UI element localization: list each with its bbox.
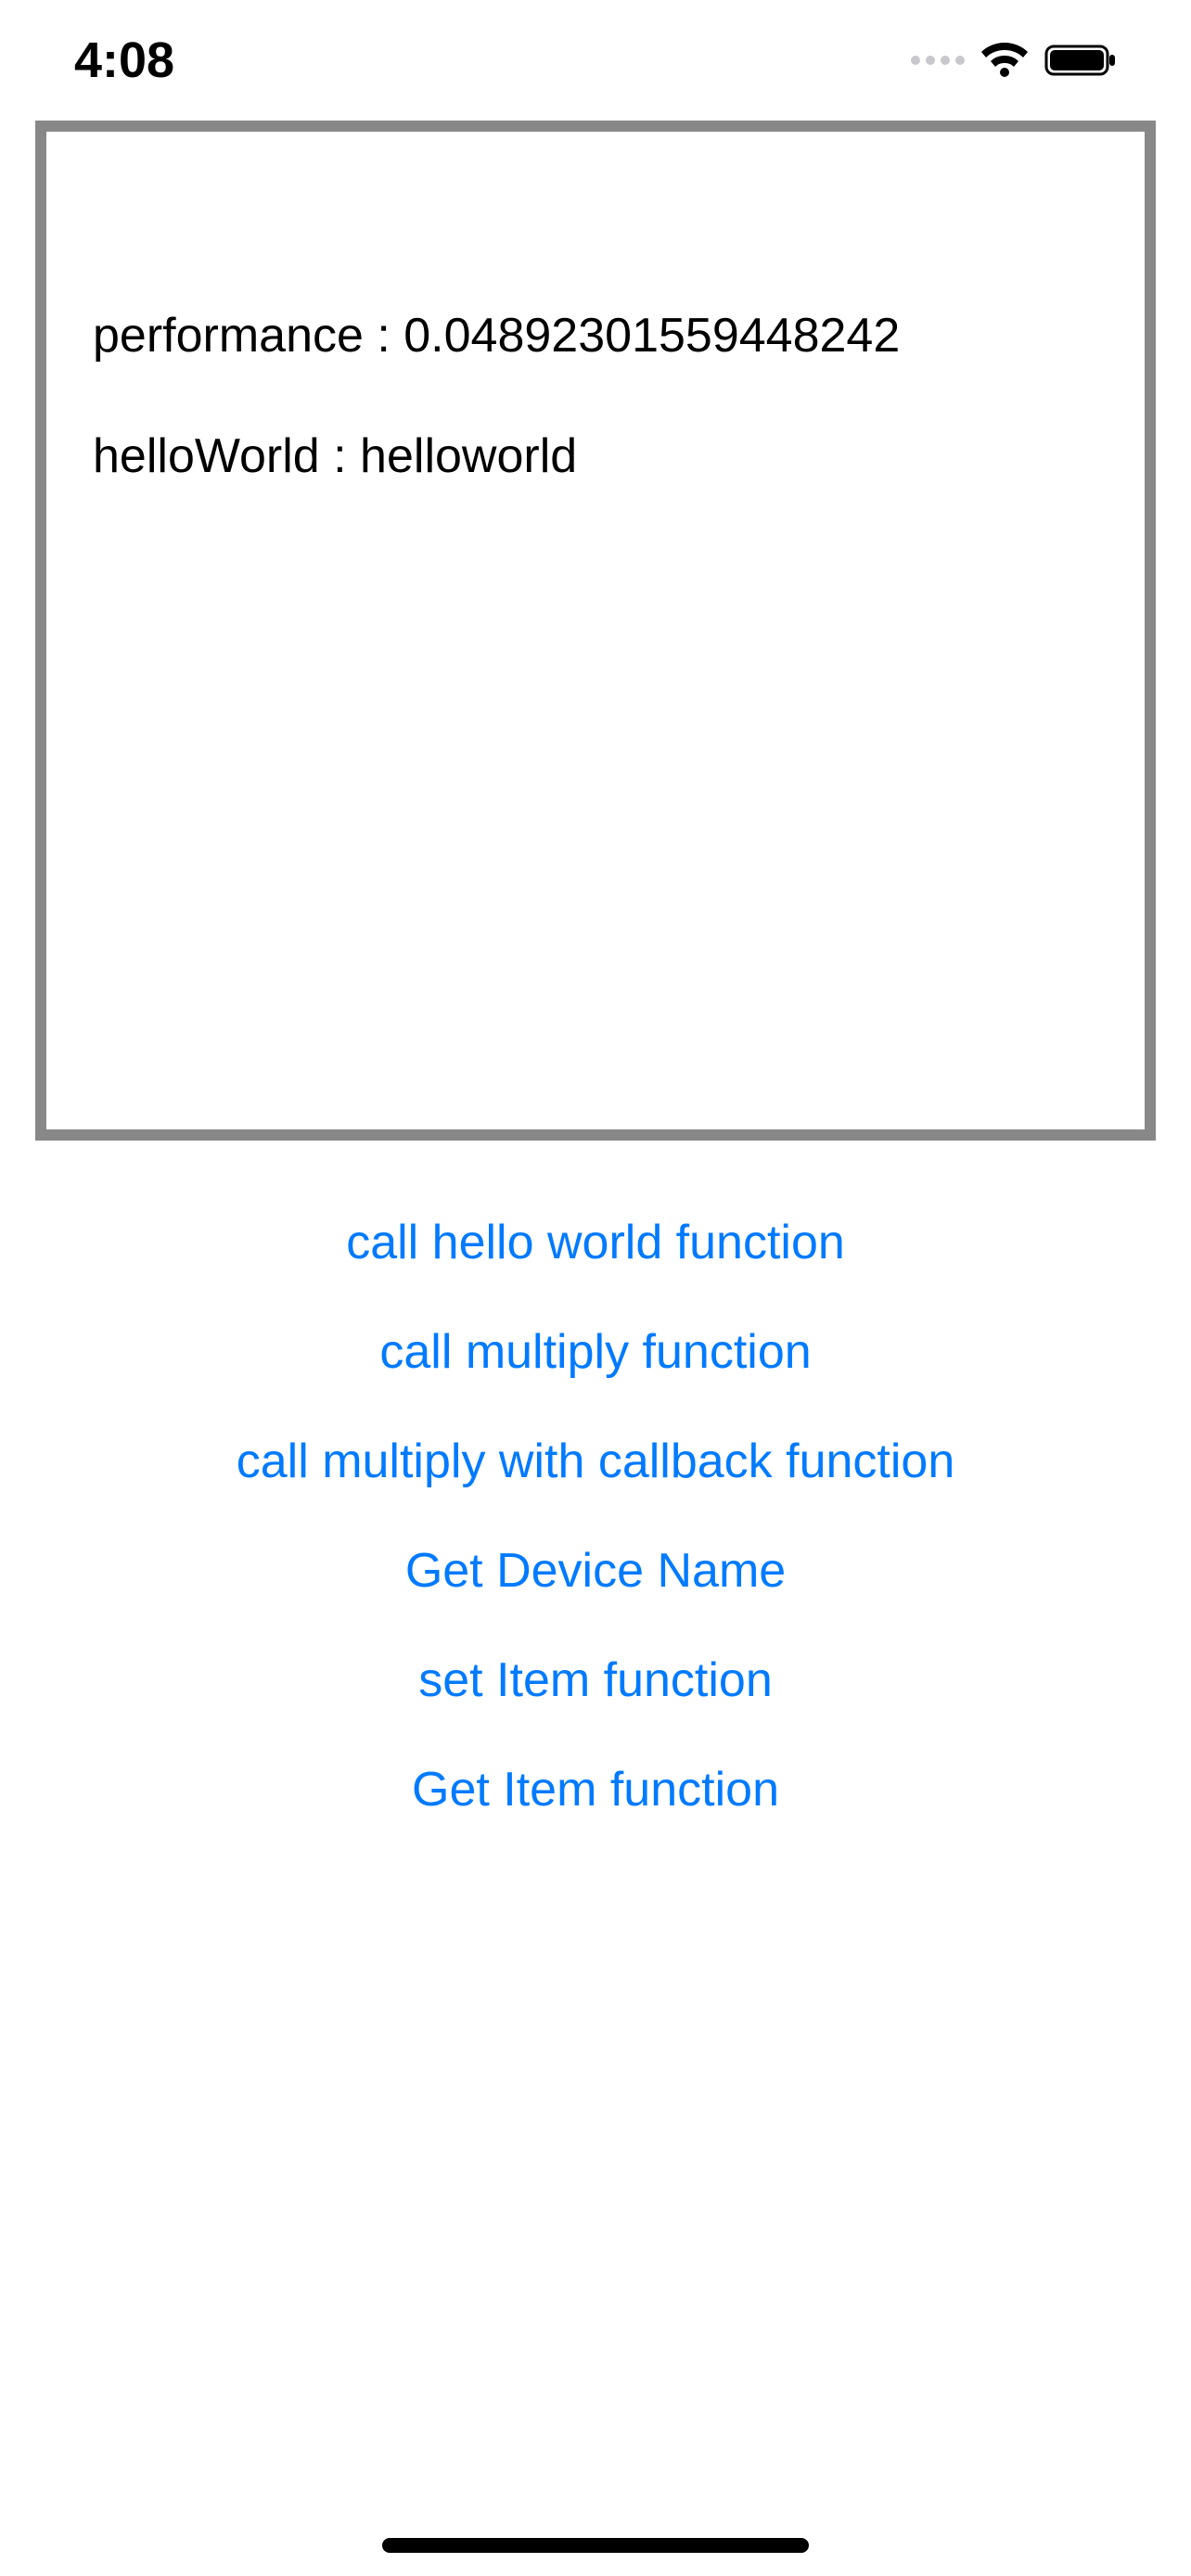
get-device-name-button[interactable]: Get Device Name [405,1543,786,1599]
wifi-icon [981,43,1028,78]
call-hello-world-button[interactable]: call hello world function [346,1215,845,1270]
battery-icon [1044,43,1117,78]
performance-output: performance : 0.04892301559448242 [93,308,1108,363]
set-item-button[interactable]: set Item function [418,1652,773,1708]
helloworld-output: helloWorld : helloworld [93,428,1108,484]
status-time: 4:08 [74,32,174,89]
call-multiply-button[interactable]: call multiply function [379,1324,811,1380]
status-bar: 4:08 [0,0,1191,111]
buttons-container: call hello world function call multiply … [0,1215,1191,1817]
home-indicator[interactable] [382,2538,809,2553]
status-indicators [911,43,1117,78]
cellular-signal-icon [911,56,965,65]
output-panel: performance : 0.04892301559448242 helloW… [35,121,1156,1141]
get-item-button[interactable]: Get Item function [412,1762,779,1817]
call-multiply-callback-button[interactable]: call multiply with callback function [237,1434,955,1489]
